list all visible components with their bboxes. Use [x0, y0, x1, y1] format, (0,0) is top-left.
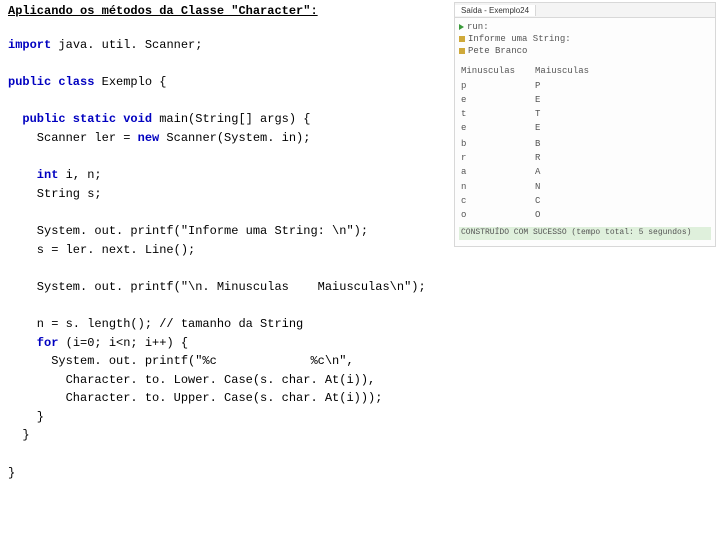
table-row: bB: [461, 138, 607, 150]
table-cell: n: [461, 181, 533, 193]
col-header: Maiusculas: [535, 65, 607, 77]
table-row: eE: [461, 122, 607, 134]
output-tab[interactable]: Saída - Exemplo24: [455, 5, 536, 16]
table-cell: R: [535, 152, 607, 164]
code-text: s = ler. next. Line();: [8, 243, 195, 257]
table-cell: p: [461, 80, 533, 92]
table-cell: e: [461, 94, 533, 106]
code-text: Scanner ler =: [8, 131, 138, 145]
table-row: aA: [461, 166, 607, 178]
build-success: CONSTRUÍDO COM SUCESSO (tempo total: 5 s…: [459, 227, 711, 240]
code-text: main(String[] args) {: [152, 112, 310, 126]
table-cell: c: [461, 195, 533, 207]
code-text: java. util. Scanner;: [51, 38, 202, 52]
input-icon: [459, 48, 465, 54]
code-text: }: [8, 466, 15, 480]
kw-new: new: [138, 131, 160, 145]
code-text: Character. to. Upper. Case(s. char. At(i…: [8, 391, 382, 405]
kw-publicclass: public class: [8, 75, 94, 89]
table-cell: B: [535, 138, 607, 150]
table-cell: b: [461, 138, 533, 150]
col-header: Minusculas: [461, 65, 533, 77]
table-cell: E: [535, 94, 607, 106]
table-cell: a: [461, 166, 533, 178]
table-row: cC: [461, 195, 607, 207]
output-input: Pete Branco: [468, 45, 527, 57]
code-text: Scanner(System. in);: [159, 131, 310, 145]
kw-int: int: [8, 168, 58, 182]
code-text: (i=0; i<n; i++) {: [58, 336, 188, 350]
table-cell: O: [535, 209, 607, 221]
output-panel: Saída - Exemplo24 run: Informe uma Strin…: [454, 2, 716, 247]
code-text: i, n;: [58, 168, 101, 182]
code-text: String s;: [8, 187, 102, 201]
code-text: System. out. printf("\n. Minusculas Maiu…: [8, 280, 426, 294]
output-run: run:: [467, 21, 489, 33]
code-text: System. out. printf("Informe uma String:…: [8, 224, 368, 238]
table-row: rR: [461, 152, 607, 164]
table-row: eE: [461, 94, 607, 106]
output-table: MinusculasMaiusculas pPeEtTeE bBrRaAnNcC…: [459, 63, 609, 223]
table-cell: C: [535, 195, 607, 207]
code-text: Character. to. Lower. Case(s. char. At(i…: [8, 373, 375, 387]
table-row: oO: [461, 209, 607, 221]
table-cell: r: [461, 152, 533, 164]
run-icon: [459, 24, 464, 30]
table-cell: T: [535, 108, 607, 120]
kw-method: public static void: [8, 112, 152, 126]
output-body: run: Informe uma String: Pete Branco Min…: [455, 18, 715, 246]
table-row: nN: [461, 181, 607, 193]
table-row: tT: [461, 108, 607, 120]
table-cell: N: [535, 181, 607, 193]
input-icon: [459, 36, 465, 42]
table-cell: e: [461, 122, 533, 134]
table-cell: t: [461, 108, 533, 120]
table-cell: E: [535, 122, 607, 134]
table-cell: o: [461, 209, 533, 221]
code-text: }: [8, 428, 30, 442]
code-text: System. out. printf("%c %c\n",: [8, 354, 354, 368]
kw-for: for: [8, 336, 58, 350]
output-tabbar: Saída - Exemplo24: [455, 3, 715, 18]
kw-import: import: [8, 38, 51, 52]
output-prompt: Informe uma String:: [468, 33, 571, 45]
code-text: Exemplo {: [94, 75, 166, 89]
code-text: }: [8, 410, 44, 424]
table-cell: P: [535, 80, 607, 92]
code-text: n = s. length(); // tamanho da String: [8, 317, 303, 331]
table-cell: A: [535, 166, 607, 178]
table-row: pP: [461, 80, 607, 92]
